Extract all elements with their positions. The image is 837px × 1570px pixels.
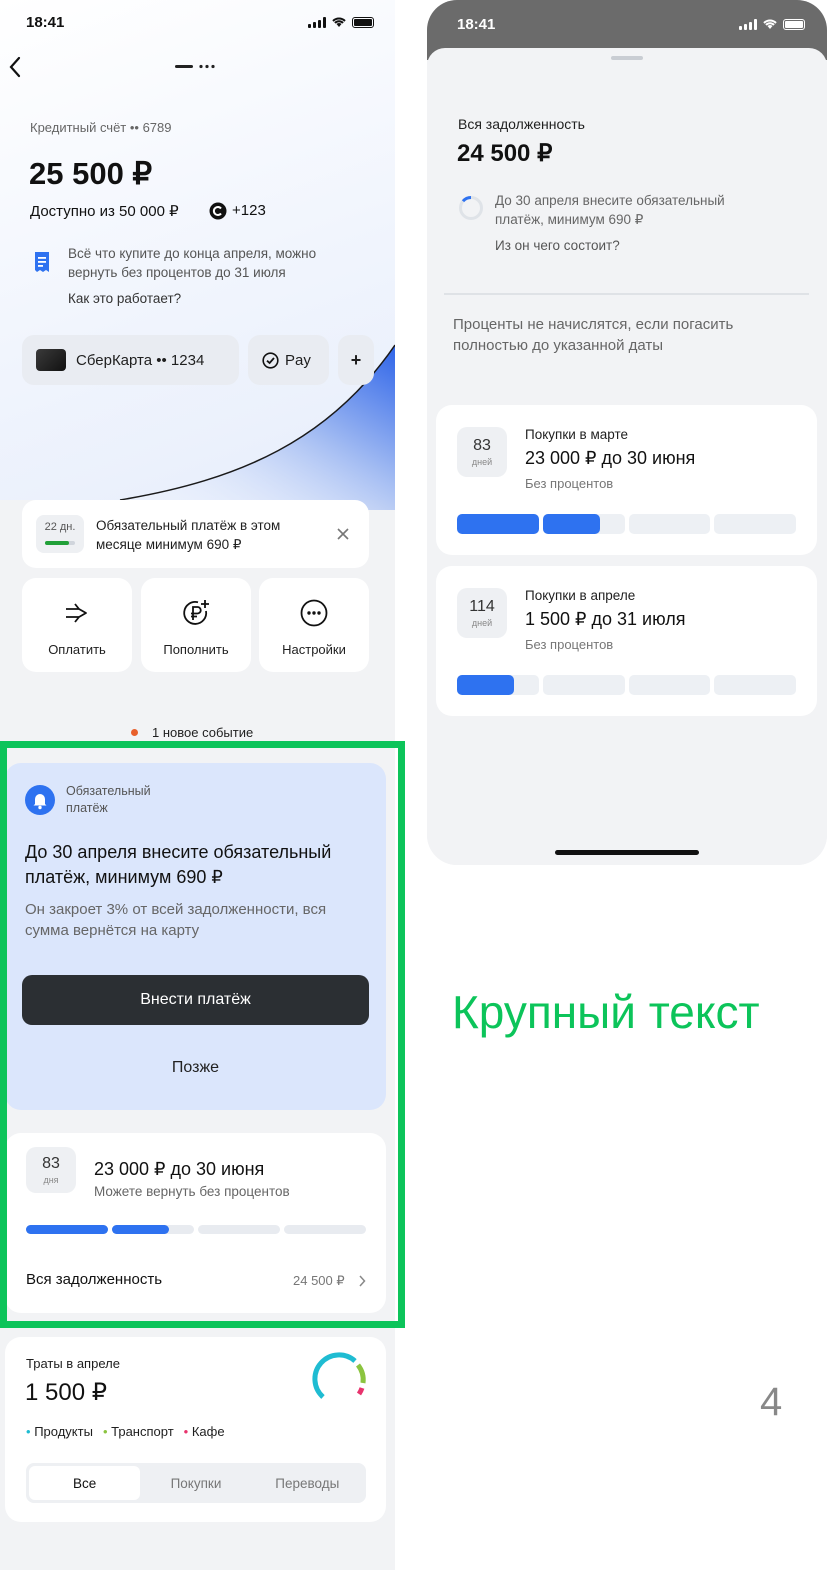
close-icon[interactable] (336, 527, 350, 541)
days-left-track (45, 541, 75, 545)
back-chevron-icon[interactable] (6, 55, 24, 79)
status-time: 18:41 (457, 16, 496, 33)
battery-icon (783, 18, 805, 30)
days-count: 114 (469, 598, 495, 615)
how-it-works-link[interactable]: Как это работает? (68, 291, 181, 306)
total-debt-amount: 24 500 ₽ (457, 140, 553, 167)
divider (444, 293, 809, 295)
sbercard-chip[interactable]: СберКарта •• 1234 (22, 335, 239, 385)
tab-all[interactable]: Все (29, 1466, 141, 1500)
wifi-icon (763, 19, 777, 29)
days-badge: 114 дней (457, 588, 507, 638)
top-up-action-label: Пополнить (163, 642, 229, 657)
period-progress (457, 675, 796, 695)
comparison-slide: 18:41 Кредитный счёт •• 6789 25 500 ₽ До… (0, 0, 837, 1570)
progress-segment (542, 675, 625, 695)
period-progress (457, 514, 796, 534)
settings-action-label: Настройки (282, 642, 346, 657)
period-title: Покупки в марте (525, 427, 628, 442)
payment-notice-text: Обязательный платёж в этом месяце миниму… (96, 518, 281, 552)
spending-amount: 1 500 ₽ (25, 1379, 107, 1406)
total-debt-label: Вся задолженность (458, 116, 585, 132)
spending-donut-icon (312, 1352, 366, 1399)
bottom-sheet: Вся задолженность 24 500 ₽ До 30 апреля … (427, 48, 827, 865)
add-card-button[interactable]: + (338, 335, 374, 385)
progress-segment (457, 514, 539, 534)
period-sub: Без процентов (525, 476, 614, 491)
ruble-plus-icon (183, 600, 209, 625)
signal-icon (739, 18, 757, 30)
interest-note: Проценты не начислятся, если погасить по… (453, 316, 734, 354)
legend-item: • Транспорт (102, 1424, 174, 1439)
account-label: Кредитный счёт •• 6789 (30, 120, 172, 135)
days-left-badge: 22 дн. (36, 515, 84, 553)
spending-tabs: Все Покупки Переводы (26, 1463, 366, 1503)
spasibo-bonus-icon (209, 202, 227, 220)
days-badge: 83 дней (457, 427, 507, 477)
arrow-right-icon (66, 603, 87, 623)
card-thumbnail-icon (36, 349, 66, 371)
more-dots-icon (300, 599, 328, 627)
highlight-frame (0, 741, 405, 1328)
progress-segment (628, 514, 711, 534)
progress-segment (714, 675, 796, 695)
progress-segment (714, 514, 796, 534)
spending-card[interactable]: Траты в апреле 1 500 ₽ • Продукты • Тран… (5, 1337, 386, 1522)
status-time: 18:41 (26, 14, 65, 31)
legend-item: • Кафе (183, 1424, 225, 1439)
progress-ring-icon (459, 196, 483, 220)
check-circle-icon (262, 351, 279, 369)
pay-action-button[interactable]: Оплатить (22, 578, 132, 672)
pay-action-label: Оплатить (48, 642, 106, 657)
reminder-text: До 30 апреля внесите обязательный платёж… (495, 193, 725, 227)
sbercard-label: СберКарта •• 1234 (76, 351, 205, 369)
period-sub: Без процентов (525, 637, 614, 652)
new-event-dot-icon (131, 729, 138, 736)
days-unit: дней (471, 457, 493, 467)
page-number: 4 (760, 1380, 783, 1424)
spending-title: Траты в апреле (26, 1356, 120, 1371)
new-events-label[interactable]: 1 новое событие (152, 725, 253, 740)
sheet-handle[interactable] (611, 56, 643, 60)
available-limit: Доступно из 50 000 ₽ (30, 203, 179, 220)
signal-icon (308, 16, 326, 28)
payment-notice-card[interactable]: 22 дн. Обязательный платёж в этом месяце… (22, 500, 369, 568)
status-icons (308, 16, 374, 28)
days-left-fill (45, 541, 69, 545)
bonus-amount: +123 (232, 202, 266, 219)
days-left-text: 22 дн. (44, 521, 76, 533)
pay-label: Pay (285, 351, 311, 369)
pay-chip[interactable]: Pay (248, 335, 329, 385)
account-balance: 25 500 ₽ (29, 156, 153, 191)
receipt-icon (35, 252, 49, 272)
promo-text: Всё что купите до конца апреля, можно ве… (68, 246, 317, 280)
period-title: Покупки в апреле (525, 588, 636, 603)
progress-segment (542, 514, 625, 534)
composition-link[interactable]: Из он чего состоит? (495, 238, 620, 253)
progress-segment (628, 675, 711, 695)
settings-action-button[interactable]: Настройки (259, 578, 369, 672)
status-icons (739, 18, 805, 30)
tab-purchases[interactable]: Покупки (140, 1466, 251, 1500)
legend-item: • Продукты (26, 1424, 93, 1439)
top-up-action-button[interactable]: Пополнить (141, 578, 251, 672)
period-amount: 23 000 ₽ до 30 июня (525, 448, 696, 468)
period-amount: 1 500 ₽ до 31 июля (525, 609, 686, 629)
progress-segment (457, 675, 539, 695)
wifi-icon (332, 17, 346, 27)
battery-icon (352, 16, 374, 28)
spending-legend: • Продукты • Транспорт • Кафе (26, 1424, 225, 1439)
more-menu-icon[interactable] (175, 62, 217, 70)
home-indicator (555, 850, 699, 855)
purchase-period-card[interactable]: 83 дней Покупки в марте 23 000 ₽ до 30 и… (436, 405, 817, 555)
days-count: 83 (473, 437, 491, 454)
days-unit: дней (471, 618, 493, 628)
tab-transfers[interactable]: Переводы (252, 1466, 363, 1500)
purchase-period-card[interactable]: 114 дней Покупки в апреле 1 500 ₽ до 31 … (436, 566, 817, 716)
debt-details-screen: 18:41 Вся задолженность 24 500 ₽ До 30 а… (427, 0, 827, 865)
slide-caption: Крупный текст (452, 986, 760, 1038)
